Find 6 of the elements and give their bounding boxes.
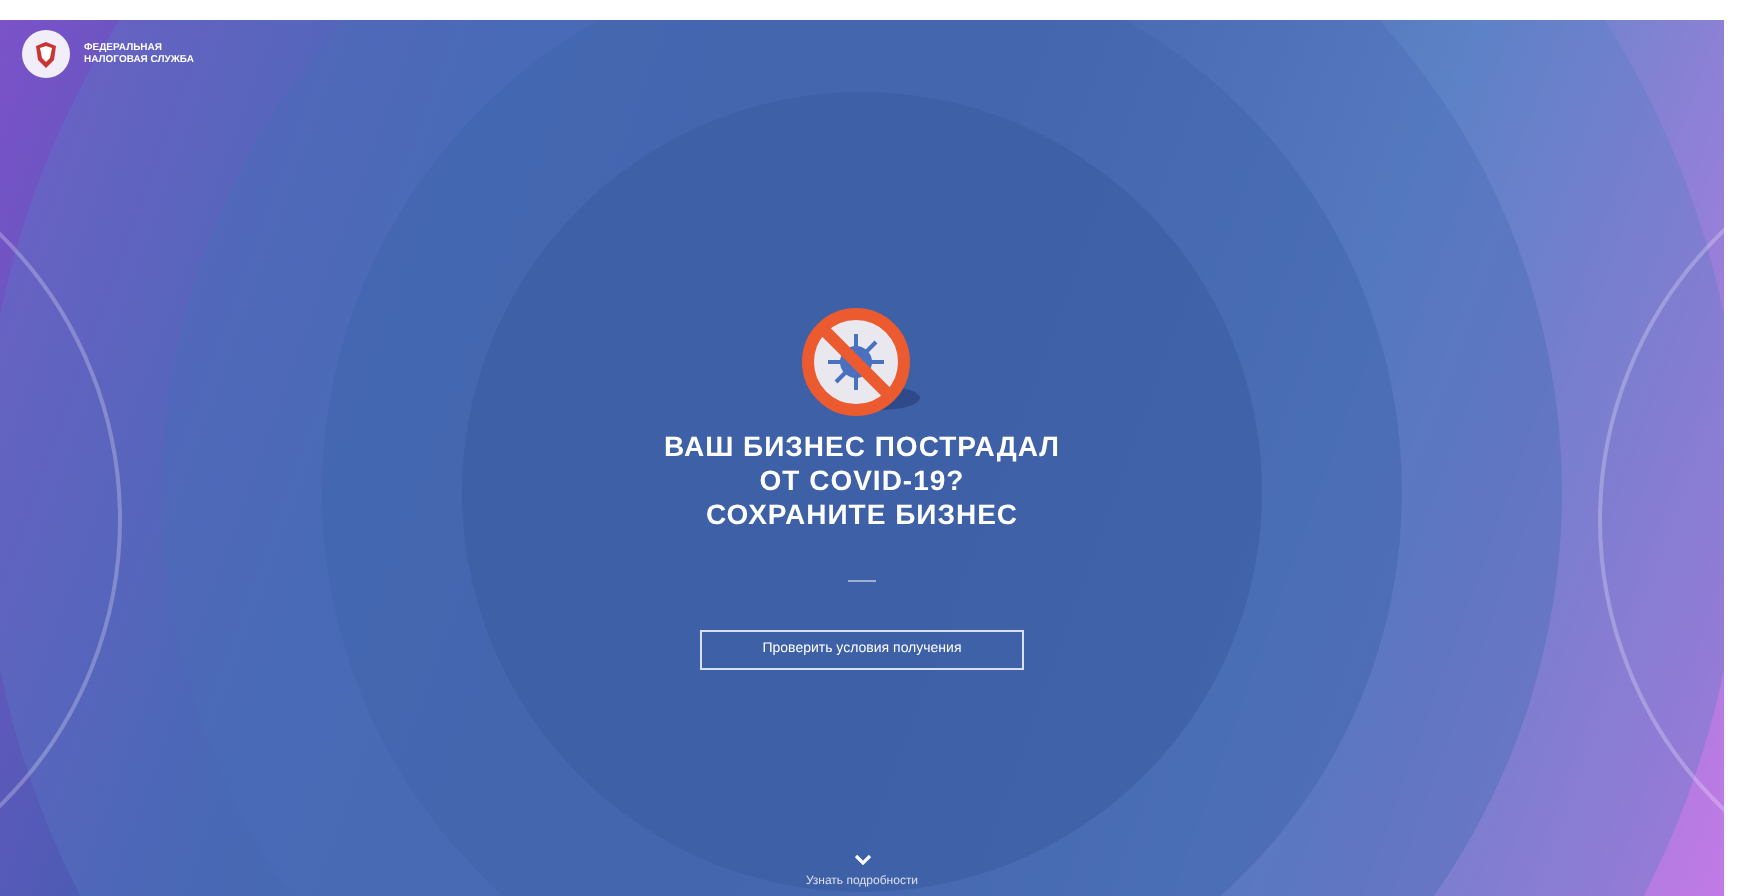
chevron-down-icon: [853, 854, 871, 866]
emblem-icon: [20, 28, 72, 80]
no-virus-icon: [800, 306, 924, 418]
headline-text: СОХРАНИТЕ БИЗНЕС: [705, 498, 1019, 532]
headline-text: ОТ COVID-19?: [759, 464, 965, 498]
headline-text: ВАШ БИЗНЕС ПОСТРАДАЛ: [664, 430, 1060, 464]
